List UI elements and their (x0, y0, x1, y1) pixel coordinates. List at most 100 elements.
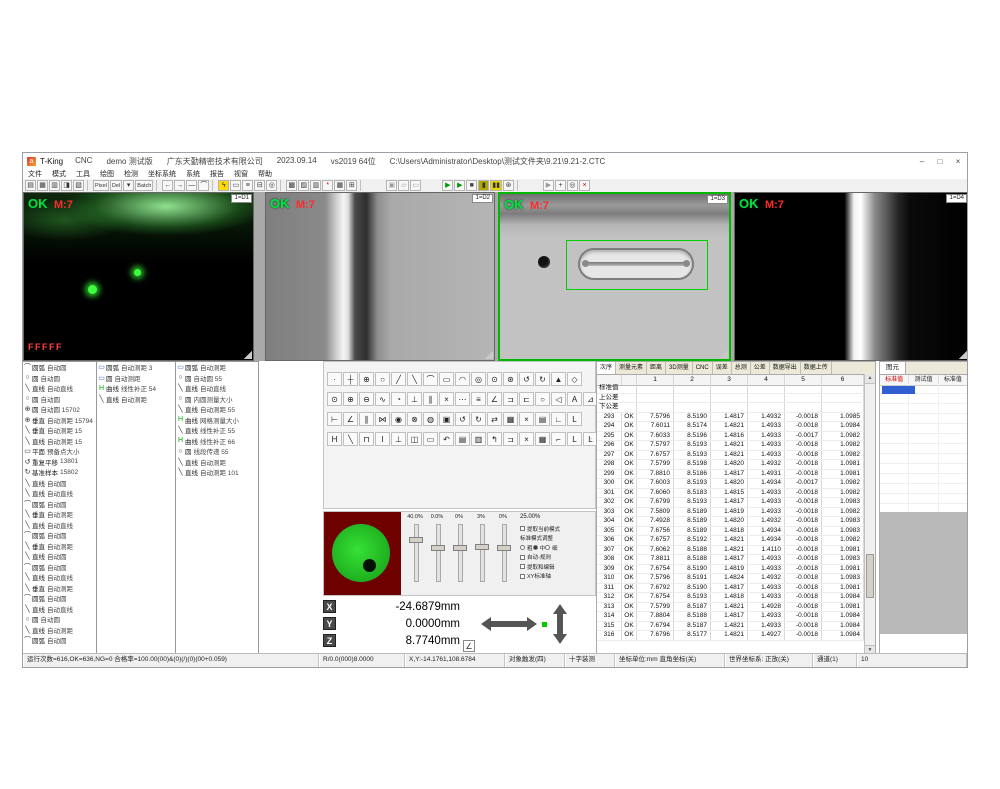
table-row[interactable]: 305OK7.67568.51891.48181.4934-0.00181.09… (597, 527, 864, 537)
jog-horizontal-arrow-icon[interactable] (481, 617, 537, 631)
table-row[interactable]: 309OK7.67548.51901.48191.4933-0.00181.09… (597, 565, 864, 575)
element-list-item[interactable]: ╲直线自动圆 (23, 551, 96, 562)
palette-tool-icon[interactable]: ╱ (391, 372, 406, 386)
element-list-item[interactable]: ○圆自动圆 (23, 614, 96, 625)
palette-tool-icon[interactable]: ◁ (551, 392, 566, 406)
minimize-button[interactable]: – (913, 154, 931, 169)
play-disabled-icon[interactable]: ▶ (543, 180, 554, 191)
palette-tool-icon[interactable]: ⊐ (503, 392, 518, 406)
properties-row[interactable] (880, 414, 968, 424)
palette-tool-icon[interactable]: ↺ (519, 372, 534, 386)
pixel-button[interactable]: Pixel (93, 180, 109, 191)
undo-icon[interactable]: ← (162, 180, 173, 191)
table-row[interactable]: 307OK7.60628.51881.48211.4110-0.00181.09… (597, 546, 864, 556)
palette-tool-icon[interactable]: ≡ (471, 392, 486, 406)
palette-tool-icon[interactable]: ↻ (471, 412, 486, 426)
camera-viewport-2[interactable]: OK M:7 1=D2 (265, 192, 495, 361)
element-list-item[interactable]: ⊕圆自动圆 15702 (23, 404, 96, 415)
palette-tool-icon[interactable]: ⊥ (391, 432, 406, 446)
grid-icon[interactable]: ▩ (286, 180, 297, 191)
table-tab-误差[interactable]: 误差 (713, 362, 732, 374)
palette-tool-icon[interactable]: ⇄ (487, 412, 502, 426)
x-axis-icon[interactable]: X (323, 600, 336, 613)
properties-row[interactable] (880, 494, 968, 504)
element-list-item[interactable]: ⌒圆弧自动圆 (23, 530, 96, 541)
dropdown-icon[interactable]: ▾ (123, 180, 134, 191)
checkbox-icon[interactable] (520, 555, 525, 560)
element-list-item[interactable]: ╲直线自动直线 (23, 604, 96, 615)
list-icon[interactable]: ≡ (242, 180, 253, 191)
table-row[interactable]: 303OK7.58098.51891.48191.4933-0.00181.09… (597, 508, 864, 518)
properties-row[interactable] (880, 484, 968, 494)
viewport-tag[interactable]: 1=D2 (472, 194, 493, 203)
element-list-item[interactable]: ↺重复平移13801 (23, 457, 96, 468)
palette-tool-icon[interactable]: ⊏ (519, 392, 534, 406)
menu-item-模式[interactable]: 模式 (47, 169, 71, 179)
radio-icon[interactable] (545, 545, 550, 550)
redo-icon[interactable]: → (174, 180, 185, 191)
checkbox-icon[interactable] (520, 574, 525, 579)
doc-disabled-icon[interactable]: ▭ (410, 180, 421, 191)
table-tab-距离[interactable]: 距离 (647, 362, 666, 374)
table-tab-总测[interactable]: 总测 (732, 362, 751, 374)
element-list-item[interactable]: H曲线网格测量大小 (176, 415, 258, 426)
auto-light-icon[interactable]: ϟ (218, 180, 229, 191)
palette-tool-icon[interactable]: ⌒ (423, 372, 438, 386)
focus-option[interactable]: 提取和编辑 (520, 562, 596, 572)
element-list-item[interactable]: ⌒圆弧自动圆 (23, 635, 96, 646)
arc-tool-icon[interactable]: ⌒ (198, 180, 209, 191)
element-list-item[interactable]: ▭平面预备点大小 (23, 446, 96, 457)
radio-icon[interactable] (520, 545, 525, 550)
palette-tool-icon[interactable]: ◎ (471, 372, 486, 386)
properties-row[interactable] (880, 404, 968, 414)
light-slider[interactable] (492, 520, 514, 586)
table-tab-公差[interactable]: 公差 (751, 362, 770, 374)
palette-tool-icon[interactable]: ⊥ (407, 392, 422, 406)
palette-tool-icon[interactable]: ◔ (391, 392, 406, 406)
batch-button[interactable]: Batch (135, 180, 153, 191)
delete-button[interactable]: Del (110, 180, 122, 191)
checkbox-icon[interactable] (520, 564, 525, 569)
palette-tool-icon[interactable]: ◍ (423, 412, 438, 426)
palette-tool-icon[interactable]: ⊢ (327, 412, 342, 426)
slider-thumb-handle[interactable] (453, 545, 467, 551)
menu-item-绘图[interactable]: 绘图 (95, 169, 119, 179)
table-row[interactable]: 300OK7.60038.51931.48201.4934-0.00171.09… (597, 479, 864, 489)
slider-thumb-handle[interactable] (431, 545, 445, 551)
file-open-icon[interactable]: ▦ (37, 180, 48, 191)
resize-handle-icon[interactable] (720, 350, 728, 358)
properties-row[interactable] (880, 474, 968, 484)
element-list-item[interactable]: ⊕垂直自动测距 15794 (23, 415, 96, 426)
properties-row[interactable] (880, 444, 968, 454)
target-icon[interactable]: ◎ (567, 180, 578, 191)
table-row[interactable]: 315OK7.67948.51871.48211.4933-0.00181.09… (597, 622, 864, 632)
table-row[interactable]: 316OK7.67968.51771.48211.4927-0.00181.09… (597, 631, 864, 641)
palette-tool-icon[interactable]: ○ (535, 392, 550, 406)
element-list-item[interactable]: ╲直线自动直线 (176, 383, 258, 394)
menu-item-报告[interactable]: 报告 (205, 169, 229, 179)
element-list-item[interactable]: ╲直线自动直线 (23, 383, 96, 394)
focus-option[interactable]: XY标准轴 (520, 572, 596, 582)
table-row[interactable]: 296OK7.57978.51931.48211.4933-0.00181.09… (597, 441, 864, 451)
film-icon[interactable]: ▦ (334, 180, 345, 191)
table-row[interactable]: 314OK7.88048.51881.48171.4933-0.00181.09… (597, 612, 864, 622)
camera-viewport-1[interactable]: OK M:7 1=D1 FFFFF (23, 192, 254, 361)
palette-tool-icon[interactable]: × (439, 392, 454, 406)
export-icon[interactable]: ▧ (73, 180, 84, 191)
element-list-item[interactable]: ○圆自动圆 55 (176, 373, 258, 384)
palette-tool-icon[interactable]: ∿ (375, 392, 390, 406)
table-tab-数据导出[interactable]: 数据导出 (770, 362, 801, 374)
element-list-item[interactable]: ╲直线线性补正 55 (176, 425, 258, 436)
properties-row[interactable] (880, 424, 968, 434)
element-list-item[interactable]: ○圆自动圆 (23, 373, 96, 384)
properties-row[interactable] (880, 434, 968, 444)
layers-icon[interactable]: ▥ (310, 180, 321, 191)
menu-item-文件[interactable]: 文件 (23, 169, 47, 179)
table-row[interactable]: 301OK7.60608.51831.48151.4933-0.00181.09… (597, 489, 864, 499)
element-list-item[interactable]: ↻基准样本15802 (23, 467, 96, 478)
element-list-item[interactable]: ╲直线自动直线 (23, 572, 96, 583)
table-row[interactable]: 299OK7.88108.51861.48171.4931-0.00181.09… (597, 470, 864, 480)
zoom-icon[interactable]: ◎ (266, 180, 277, 191)
palette-tool-icon[interactable]: ╲ (343, 432, 358, 446)
palette-tool-icon[interactable]: L (567, 412, 582, 426)
